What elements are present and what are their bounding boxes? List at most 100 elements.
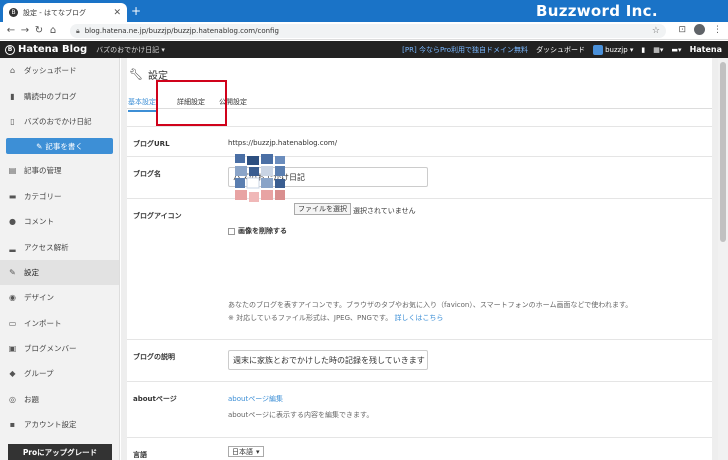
- hatena-link[interactable]: Hatena: [690, 45, 722, 54]
- upgrade-pro-button[interactable]: Proにアップグレード: [8, 444, 112, 460]
- chart-icon: ▂: [9, 242, 16, 252]
- language-select[interactable]: 日本語 ▾: [228, 446, 264, 457]
- hatena-blog-logo[interactable]: B Hatena Blog: [5, 44, 87, 55]
- blog-url-row: ブログURL https://buzzjp.hatenablog.com/: [127, 126, 712, 156]
- user-avatar: [593, 44, 604, 55]
- hatena-favicon-icon: B: [9, 8, 18, 17]
- address-bar-row: ← → ↻ ⌂ 🔒︎ blog.hatena.ne.jp/buzzjp/buzz…: [0, 22, 728, 40]
- topic-icon: ◎: [9, 394, 16, 404]
- sidebar-item-label: 記事の管理: [24, 166, 62, 176]
- sidebar-item-label: グループ: [24, 369, 54, 379]
- menu-kebab-icon[interactable]: ⋮: [713, 25, 722, 35]
- hatena-logo-icon: B: [5, 44, 15, 55]
- sidebar-item-label: ブログメンバー: [24, 344, 77, 354]
- about-page-label: aboutページ: [133, 395, 177, 403]
- main-area: 🔧︎ 設定 基本設定 詳細設定 公開設定 ブログURL https://buzz…: [121, 58, 718, 460]
- sidebar-item-home[interactable]: ⌂ ダッシュボード: [0, 58, 119, 83]
- blog-url-value: https://buzzjp.hatenablog.com/: [228, 139, 338, 147]
- sidebar-item-account[interactable]: ▪ アカウント設定: [0, 412, 119, 437]
- language-label: 言語: [133, 451, 147, 459]
- sidebar-item-label: バズのおでかけ日記: [24, 116, 92, 126]
- sidebar-item-label: コメント: [24, 217, 54, 227]
- tab-basic-settings[interactable]: 基本設定: [128, 97, 156, 112]
- reload-icon[interactable]: ↻: [32, 25, 46, 36]
- write-article-label: 記事を書く: [45, 141, 83, 151]
- comment-icon: ●: [9, 217, 16, 227]
- choose-file-button[interactable]: ファイルを選択: [294, 203, 351, 215]
- logo-text: Hatena Blog: [18, 44, 88, 55]
- back-icon[interactable]: ←: [4, 25, 18, 36]
- notification-icon[interactable]: ▬▾: [671, 46, 681, 54]
- bookmark-icon[interactable]: ▮: [641, 46, 645, 54]
- about-page-edit-link[interactable]: aboutページ編集: [228, 394, 283, 404]
- close-tab-icon[interactable]: ✕: [113, 8, 121, 18]
- document-icon: ▤: [8, 166, 17, 176]
- blog-name-label: ブログ名: [133, 170, 161, 178]
- hatena-global-bar: B Hatena Blog バズのおでかけ日記 ▾ [PR] 今ならPro利用で…: [0, 41, 728, 58]
- sidebar-item-chart[interactable]: ▂ アクセス解析: [0, 234, 119, 259]
- blog-icon-preview: [235, 154, 285, 202]
- sidebar-item-folder[interactable]: ▬ カテゴリー: [0, 184, 119, 209]
- new-tab-button[interactable]: +: [131, 5, 141, 17]
- account-icon: ▪: [9, 420, 16, 430]
- sidebar-item-label: 設定: [24, 267, 39, 277]
- home-browser-icon[interactable]: ⌂: [46, 25, 60, 36]
- dashboard-link[interactable]: ダッシュボード: [536, 45, 585, 55]
- import-icon: ▭: [8, 318, 17, 328]
- url-text: blog.hatena.ne.jp/buzzjp/buzzjp.hatenabl…: [84, 27, 279, 35]
- browser-tab-bar: B 設定 - はてなブログ ✕ + Buzzword Inc.: [0, 0, 728, 22]
- sidebar-item-wrench[interactable]: ✎ 設定: [0, 259, 119, 286]
- page-scrollbar[interactable]: [718, 58, 728, 460]
- language-row: 言語: [127, 437, 712, 460]
- tab-title: 設定 - はてなブログ: [23, 8, 86, 17]
- wrench-icon: 🔧︎: [129, 68, 143, 81]
- sidebar-item-blog[interactable]: ▯ バズのおでかけ日記: [0, 109, 119, 134]
- blog-selector[interactable]: バズのおでかけ日記 ▾: [96, 45, 165, 55]
- scrollbar-thumb[interactable]: [720, 62, 726, 242]
- sidebar-item-palette[interactable]: ◉ デザイン: [0, 285, 119, 310]
- chevron-down-icon: ▾: [256, 447, 260, 456]
- language-selected: 日本語: [232, 447, 253, 456]
- members-icon: ▣: [8, 344, 17, 354]
- sidebar-item-label: アカウント設定: [24, 420, 77, 430]
- sidebar-item-document[interactable]: ▤ 記事の管理: [0, 158, 119, 183]
- bookmark-icon: ▮: [10, 91, 15, 101]
- browser-tab[interactable]: B 設定 - はてなブログ ✕: [3, 3, 127, 22]
- promo-link[interactable]: [PR] 今ならPro利用で独自ドメイン無料: [402, 45, 528, 55]
- details-link[interactable]: 詳しくはこちら: [394, 314, 443, 322]
- blog-icon-label: ブログアイコン: [133, 212, 182, 220]
- lock-icon: 🔒︎: [76, 26, 80, 35]
- delete-image-checkbox[interactable]: [228, 227, 235, 235]
- sidebar-item-label: インポート: [24, 318, 62, 328]
- bookmark-star-icon[interactable]: ☆: [652, 26, 660, 36]
- delete-image-checkbox-row[interactable]: 画像を削除する: [228, 226, 287, 236]
- apps-grid-icon[interactable]: ▦▾: [653, 46, 663, 54]
- sidebar-item-group[interactable]: ◆ グループ: [0, 361, 119, 386]
- sidebar-item-label: ダッシュボード: [24, 66, 77, 76]
- brand-overlay: Buzzword Inc.: [536, 2, 658, 20]
- folder-icon: ▬: [8, 191, 17, 201]
- profile-avatar[interactable]: [694, 24, 705, 35]
- about-page-row: aboutページ aboutページ編集 aboutページに表示する内容を編集でき…: [127, 381, 712, 437]
- highlight-annotation: [156, 80, 227, 126]
- forward-icon[interactable]: →: [18, 25, 32, 36]
- sidebar-item-topic[interactable]: ◎ お題: [0, 387, 119, 412]
- icon-help-text-2: ※ 対応しているファイル形式は、JPEG、PNGです。 詳しくはこちら: [228, 313, 443, 323]
- settings-panel: 🔧︎ 設定 基本設定 詳細設定 公開設定 ブログURL https://buzz…: [127, 58, 712, 460]
- file-status-text: 選択されていません: [353, 207, 416, 215]
- home-icon: ⌂: [9, 66, 16, 76]
- blog-url-label: ブログURL: [133, 140, 170, 148]
- delete-image-label: 画像を削除する: [238, 227, 287, 235]
- sidebar-item-members[interactable]: ▣ ブログメンバー: [0, 336, 119, 361]
- user-menu[interactable]: buzzjp ▾: [593, 44, 633, 55]
- extension-icon[interactable]: ⊡: [678, 25, 686, 35]
- url-field[interactable]: 🔒︎ blog.hatena.ne.jp/buzzjp/buzzjp.haten…: [70, 24, 666, 38]
- sidebar-item-comment[interactable]: ● コメント: [0, 209, 119, 234]
- sidebar-item-label: 購読中のブログ: [24, 91, 77, 101]
- blog-description-label: ブログの説明: [133, 353, 175, 361]
- write-article-button[interactable]: ✎ 記事を書く: [6, 138, 113, 155]
- sidebar-item-bookmark[interactable]: ▮ 購読中のブログ: [0, 83, 119, 108]
- blog-description-input[interactable]: 週末に家族とおでかけした時の記録を残していきます: [228, 350, 428, 370]
- about-page-help: aboutページに表示する内容を編集できます。: [228, 411, 374, 419]
- sidebar-item-import[interactable]: ▭ インポート: [0, 311, 119, 336]
